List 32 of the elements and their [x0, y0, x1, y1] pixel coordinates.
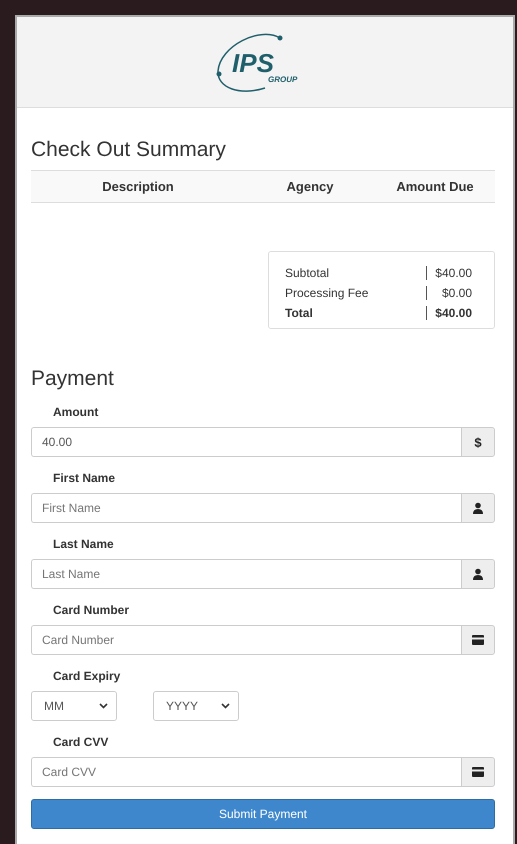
chevron-down-icon — [221, 703, 230, 709]
credit-card-icon — [472, 635, 484, 645]
total-label: Total — [284, 306, 314, 320]
total-value: $40.00 — [426, 306, 494, 320]
year-dropdown[interactable]: YYYY — [153, 691, 239, 721]
input-field[interactable]: Card Number — [31, 625, 461, 655]
field-label: Amount — [53, 405, 100, 419]
section-title: Payment — [31, 367, 115, 391]
field-label: Card Number — [53, 603, 130, 617]
field-label: Card CVV — [53, 735, 110, 749]
input-field[interactable]: Card CVV — [31, 757, 461, 787]
chevron-down-icon — [99, 703, 108, 709]
field-label: Card Expiry — [53, 669, 122, 683]
currency-symbol: $ — [474, 434, 482, 450]
submit-payment-button[interactable]: Submit Payment — [31, 799, 495, 829]
field-label: Last Name — [53, 537, 115, 551]
input-field[interactable]: Last Name — [31, 559, 461, 589]
credit-card-icon — [472, 767, 484, 777]
person-icon — [472, 568, 484, 580]
field-label: First Name — [53, 471, 116, 485]
column-header: Agency — [286, 179, 334, 194]
column-header: Amount Due — [395, 179, 475, 194]
column-header: Description — [101, 179, 175, 194]
section-title: Check Out Summary — [31, 138, 227, 162]
input-field[interactable]: First Name — [31, 493, 461, 523]
total-value: $40.00 — [426, 266, 494, 280]
month-dropdown[interactable]: MM — [31, 691, 117, 721]
input-field[interactable]: 40.00 — [31, 427, 461, 457]
person-icon — [472, 502, 484, 514]
total-label: Processing Fee — [284, 286, 370, 300]
total-label: Subtotal — [284, 266, 330, 280]
total-value: $0.00 — [426, 286, 494, 300]
